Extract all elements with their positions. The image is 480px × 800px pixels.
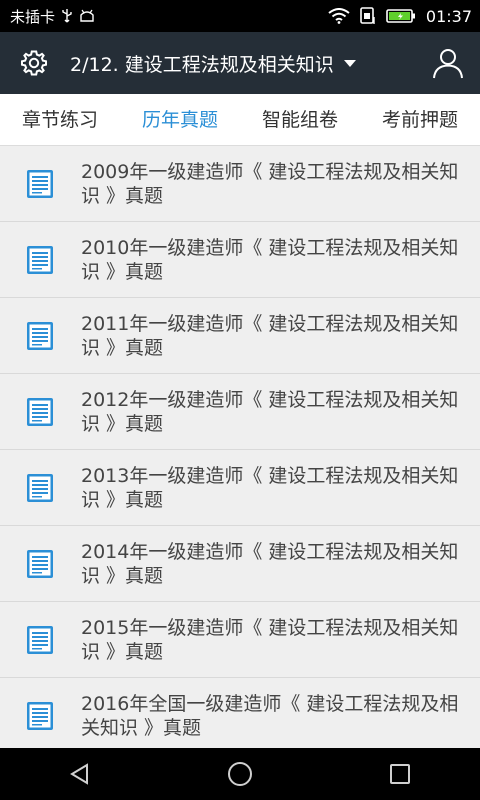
list-item[interactable]: 2011年一级建造师《 建设工程法规及相关知识 》真题 bbox=[0, 298, 480, 374]
status-left: 未插卡 bbox=[10, 6, 95, 27]
list-item[interactable]: 2016年全国一级建造师《 建设工程法规及相关知识 》真题 bbox=[0, 678, 480, 748]
system-nav-bar bbox=[0, 748, 480, 800]
tab-smart-paper[interactable]: 智能组卷 bbox=[240, 94, 360, 146]
home-circle-icon bbox=[228, 762, 252, 786]
recents-button[interactable] bbox=[370, 748, 430, 800]
caret-down-icon bbox=[343, 59, 356, 67]
page-title: 2/12. 建设工程法规及相关知识 bbox=[70, 53, 334, 76]
sim-icon bbox=[360, 7, 376, 25]
status-bar: 未插卡 01:37 bbox=[0, 0, 480, 32]
document-icon bbox=[27, 397, 53, 426]
document-icon bbox=[27, 473, 53, 502]
account-button[interactable] bbox=[430, 45, 466, 81]
back-button[interactable] bbox=[50, 748, 110, 800]
item-title: 2010年一级建造师《 建设工程法规及相关知识 》真题 bbox=[81, 236, 459, 283]
user-icon bbox=[433, 49, 463, 79]
tab-bar: 章节练习 历年真题 智能组卷 考前押题 bbox=[0, 94, 480, 146]
list-item[interactable]: 2012年一级建造师《 建设工程法规及相关知识 》真题 bbox=[0, 374, 480, 450]
document-icon bbox=[27, 169, 53, 198]
back-triangle-icon bbox=[70, 763, 88, 785]
exam-list: 2009年一级建造师《 建设工程法规及相关知识 》真题 2010年一级建造师《 … bbox=[0, 146, 480, 748]
list-item[interactable]: 2014年一级建造师《 建设工程法规及相关知识 》真题 bbox=[0, 526, 480, 602]
home-button[interactable] bbox=[210, 748, 270, 800]
document-icon bbox=[27, 625, 53, 654]
tab-prediction[interactable]: 考前押题 bbox=[360, 94, 480, 146]
list-item[interactable]: 2010年一级建造师《 建设工程法规及相关知识 》真题 bbox=[0, 222, 480, 298]
document-icon bbox=[27, 321, 53, 350]
document-icon bbox=[27, 701, 53, 730]
subject-selector[interactable]: 2/12. 建设工程法规及相关知识 bbox=[70, 50, 430, 77]
list-item[interactable]: 2009年一级建造师《 建设工程法规及相关知识 》真题 bbox=[0, 146, 480, 222]
app-bar: 2/12. 建设工程法规及相关知识 bbox=[0, 32, 480, 94]
battery-icon bbox=[386, 8, 416, 24]
settings-button[interactable] bbox=[18, 47, 50, 79]
item-title: 2012年一级建造师《 建设工程法规及相关知识 》真题 bbox=[81, 388, 459, 435]
item-title: 2015年一级建造师《 建设工程法规及相关知识 》真题 bbox=[81, 616, 459, 663]
item-title: 2016年全国一级建造师《 建设工程法规及相关知识 》真题 bbox=[81, 692, 459, 739]
usb-icon bbox=[61, 8, 73, 24]
android-debug-icon bbox=[79, 9, 95, 23]
wifi-icon bbox=[328, 8, 350, 24]
tab-chapter-practice[interactable]: 章节练习 bbox=[0, 94, 120, 146]
carrier-text: 未插卡 bbox=[10, 7, 56, 26]
list-item[interactable]: 2015年一级建造师《 建设工程法规及相关知识 》真题 bbox=[0, 602, 480, 678]
tab-past-exams[interactable]: 历年真题 bbox=[120, 94, 240, 146]
document-icon bbox=[27, 549, 53, 578]
document-icon bbox=[27, 245, 53, 274]
gear-icon bbox=[21, 50, 47, 76]
item-title: 2011年一级建造师《 建设工程法规及相关知识 》真题 bbox=[81, 312, 459, 359]
recents-square-icon bbox=[390, 764, 410, 784]
item-title: 2013年一级建造师《 建设工程法规及相关知识 》真题 bbox=[81, 464, 459, 511]
list-item[interactable]: 2013年一级建造师《 建设工程法规及相关知识 》真题 bbox=[0, 450, 480, 526]
status-right: 01:37 bbox=[328, 7, 472, 26]
clock-text: 01:37 bbox=[425, 6, 472, 26]
item-title: 2009年一级建造师《 建设工程法规及相关知识 》真题 bbox=[81, 160, 459, 207]
item-title: 2014年一级建造师《 建设工程法规及相关知识 》真题 bbox=[81, 540, 459, 587]
